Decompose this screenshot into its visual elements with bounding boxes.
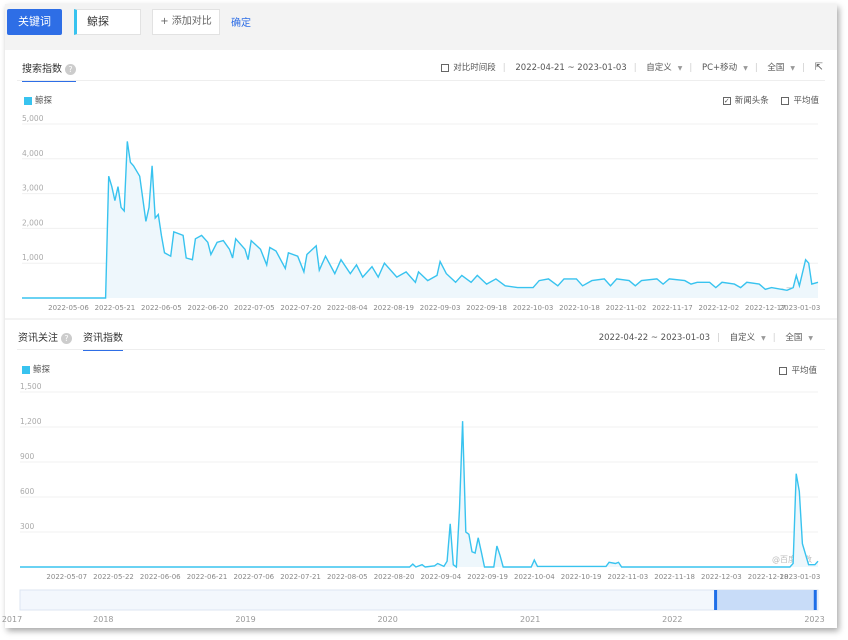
x-tick-label: 2022-05-21 (95, 304, 136, 312)
x-tick-label: 2022-06-06 (140, 573, 181, 581)
x-tick-label: 2022-07-21 (280, 573, 321, 581)
x-tick-label: 2022-07-06 (233, 573, 274, 581)
x-tick-label: 2022-10-18 (559, 304, 600, 312)
y-tick-label: 2,000 (22, 218, 44, 227)
timeline-year-label: 2021 (520, 615, 540, 624)
x-tick-label: 2023-01-03 (780, 304, 821, 312)
x-tick-label: 2022-05-22 (93, 573, 134, 581)
charts-layer: @百度指数 @百度指数 1,0002,0003,0004,0005,000202… (2, 114, 825, 624)
y-tick-label: 1,500 (20, 382, 42, 391)
y-tick-label: 600 (20, 487, 35, 496)
x-tick-label: 2022-06-21 (187, 573, 228, 581)
x-tick-label: 2022-07-05 (234, 304, 275, 312)
x-tick-label: 2022-08-19 (373, 304, 414, 312)
x-tick-label: 2022-11-02 (606, 304, 647, 312)
timeline-handle[interactable] (714, 590, 718, 610)
x-tick-label: 2022-05-06 (48, 304, 89, 312)
timeline-year-label: 2019 (235, 615, 255, 624)
x-tick-label: 2022-10-03 (513, 304, 554, 312)
timeline-year-label: 2018 (93, 615, 113, 624)
x-tick-label: 2022-10-19 (561, 573, 602, 581)
timeline-track (19, 589, 819, 611)
x-tick-label: 2022-12-02 (699, 304, 740, 312)
x-tick-label: 2022-07-20 (280, 304, 321, 312)
y-tick-label: 5,000 (22, 114, 44, 123)
timeline-year-label: 2017 (2, 615, 22, 624)
timeline-handle[interactable] (813, 590, 817, 610)
series-area (22, 141, 818, 298)
y-tick-label: 300 (20, 522, 35, 531)
x-tick-label: 2022-08-04 (327, 304, 368, 312)
x-tick-label: 2022-11-17 (652, 304, 693, 312)
x-tick-label: 2022-09-04 (420, 573, 461, 581)
x-tick-label: 2022-12-03 (701, 573, 742, 581)
x-tick-label: 2022-09-03 (420, 304, 461, 312)
y-tick-label: 3,000 (22, 184, 44, 193)
y-tick-label: 1,000 (22, 253, 44, 262)
x-tick-label: 2022-11-03 (608, 573, 649, 581)
timeline-year-label: 2022 (662, 615, 682, 624)
x-tick-label: 2022-11-18 (654, 573, 695, 581)
x-tick-label: 2022-06-05 (141, 304, 182, 312)
x-tick-label: 2022-09-18 (466, 304, 507, 312)
x-tick-label: 2022-08-05 (327, 573, 368, 581)
x-tick-label: 2022-06-20 (187, 304, 228, 312)
timeline-year-label: 2020 (377, 615, 397, 624)
y-tick-label: 1,200 (20, 417, 42, 426)
x-tick-label: 2023-01-03 (780, 573, 821, 581)
x-tick-label: 2022-09-19 (467, 573, 508, 581)
series-line (20, 421, 819, 569)
y-tick-label: 900 (20, 452, 35, 461)
series-area (20, 421, 818, 567)
y-tick-label: 4,000 (22, 149, 44, 158)
x-tick-label: 2022-10-04 (514, 573, 555, 581)
timeline-selection[interactable] (715, 590, 816, 610)
x-tick-label: 2022-05-07 (46, 573, 87, 581)
x-tick-label: 2022-08-20 (374, 573, 415, 581)
timeline-year-label: 2023 (804, 615, 824, 624)
